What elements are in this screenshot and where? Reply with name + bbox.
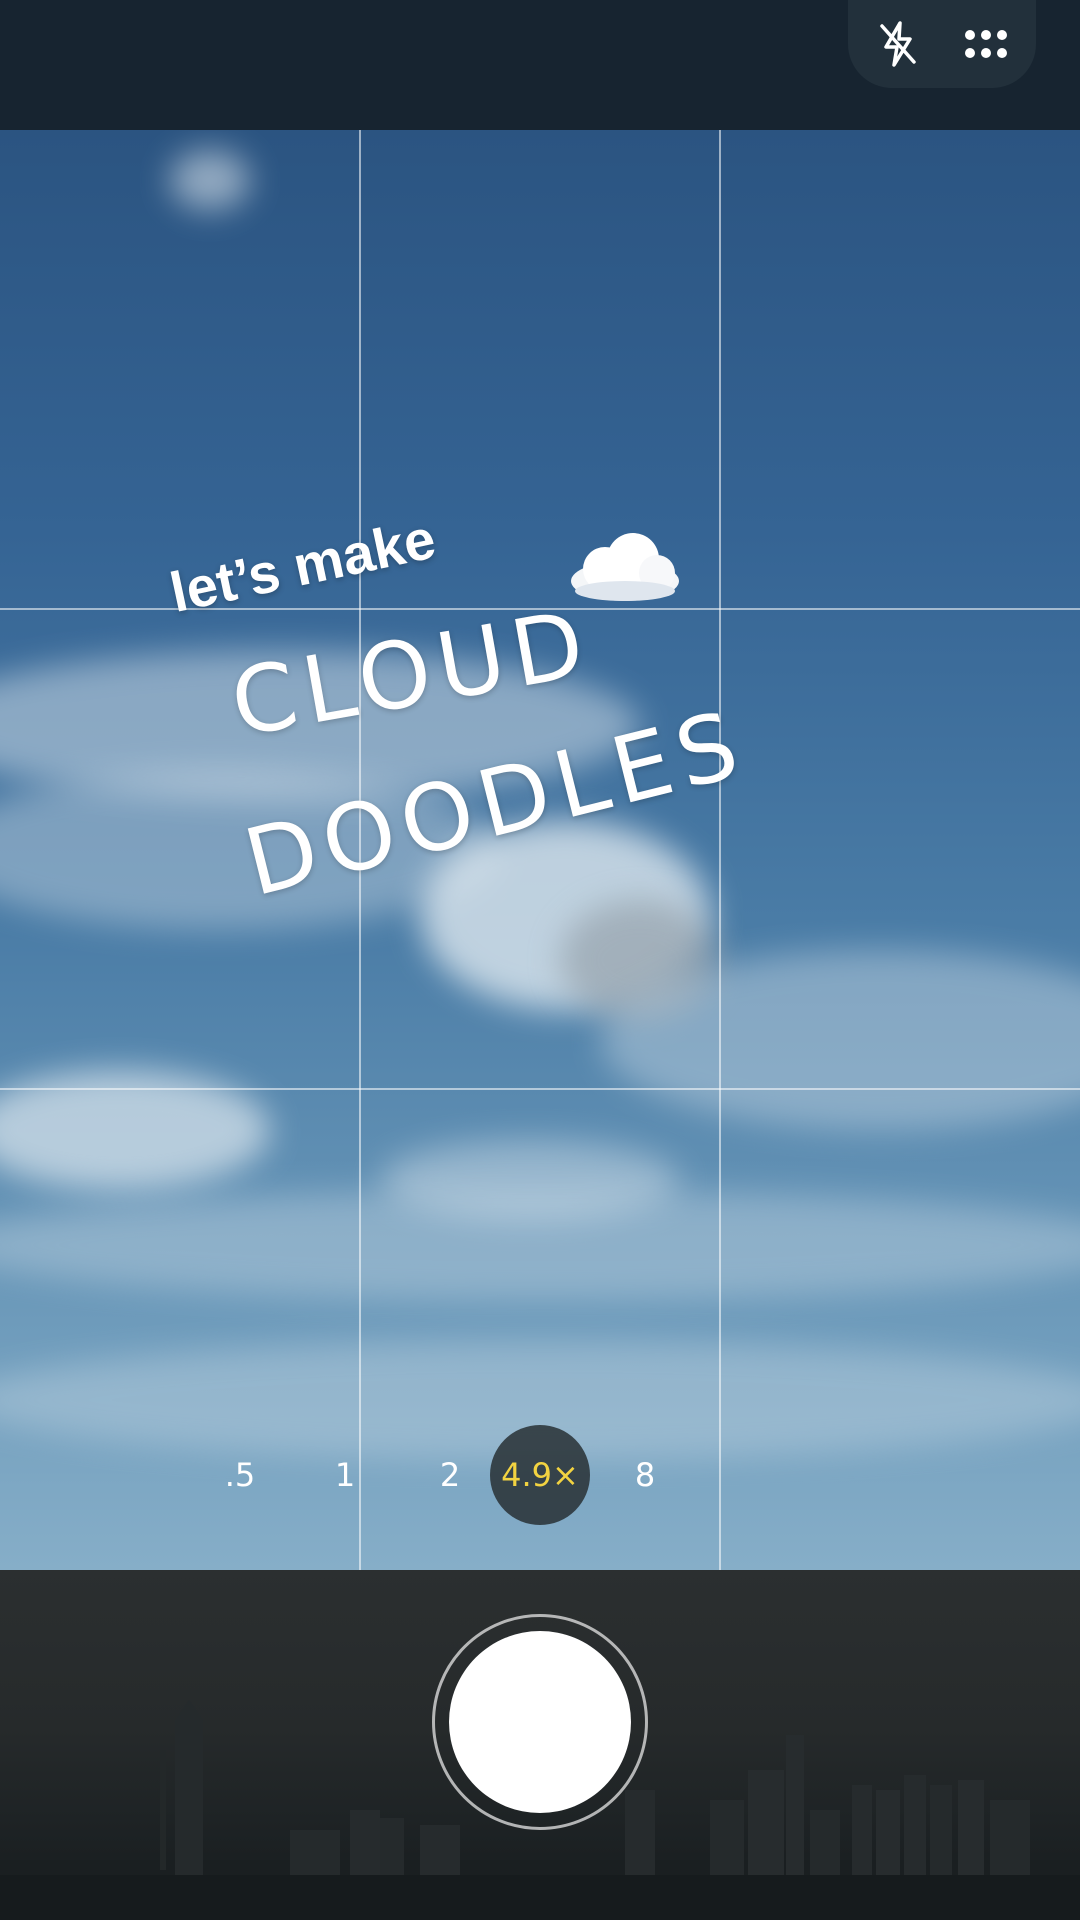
zoom-option-0-5[interactable]: .5 <box>190 1425 290 1525</box>
bottom-controls <box>0 1570 1080 1920</box>
flash-off-button[interactable] <box>868 14 928 74</box>
more-options-button[interactable] <box>956 14 1016 74</box>
cloud-emoji-icon <box>571 533 679 601</box>
sky-cloud <box>170 150 250 210</box>
zoom-option-active[interactable]: 4.9× <box>490 1425 590 1525</box>
zoom-option-8[interactable]: 8 <box>595 1425 695 1525</box>
zoom-selector: .5 1 2 4.9× 8 <box>190 1425 710 1525</box>
shutter-button[interactable] <box>432 1614 648 1830</box>
zoom-option-2[interactable]: 2 <box>400 1425 500 1525</box>
camera-viewfinder[interactable]: let’s make CLOUD DOODLES .5 1 2 4.9× 8 <box>0 130 1080 1570</box>
flash-off-icon <box>880 21 916 67</box>
more-dots-icon <box>965 30 1007 58</box>
grid-line <box>719 130 721 1570</box>
shutter-inner-circle <box>449 1631 631 1813</box>
camera-screen: let’s make CLOUD DOODLES .5 1 2 4.9× 8 <box>0 0 1080 1920</box>
sky-cloud <box>0 1190 1080 1300</box>
top-controls-pill <box>848 0 1036 88</box>
top-bar <box>0 0 1080 130</box>
zoom-option-1[interactable]: 1 <box>295 1425 395 1525</box>
grid-line <box>0 1088 1080 1090</box>
